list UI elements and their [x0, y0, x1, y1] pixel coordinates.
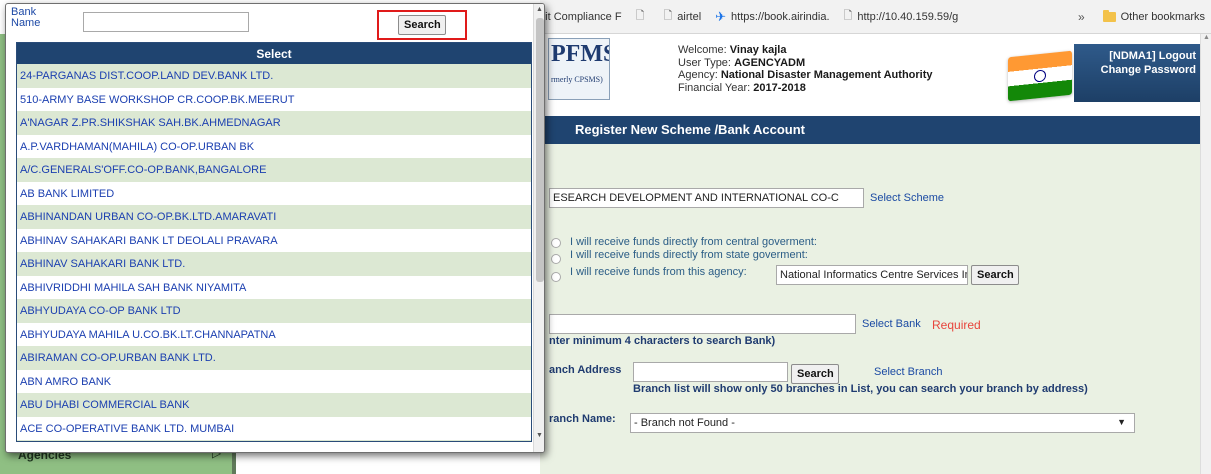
bank-list-item[interactable]: ABHIVRIDDHI MAHILA SAH BANK NIYAMITA	[17, 275, 531, 299]
agency-name: National Disaster Management Authority	[720, 69, 933, 81]
user-code: [NDMA1]	[1109, 50, 1156, 62]
required-label: Required	[932, 318, 981, 332]
bank-list-header: Select	[17, 43, 531, 64]
branch-address-label: anch Address	[549, 364, 622, 376]
bookmark-label: mit Compliance F	[540, 10, 622, 23]
welcome-label: Welcome:	[678, 44, 727, 56]
radio-agency-label: I will receive funds from this agency:	[570, 266, 747, 278]
scroll-up-icon: ▲	[1203, 34, 1210, 41]
logout-link[interactable]: Logout	[1159, 50, 1196, 62]
chevron-down-icon: ▼	[1117, 417, 1126, 427]
bank-list-item[interactable]: ABHINAV SAHAKARI BANK LT DEOLALI PRAVARA	[17, 228, 531, 252]
financial-year: 2017-2018	[753, 81, 806, 94]
scroll-down-icon: ▼	[536, 432, 543, 439]
india-flag-icon	[1008, 50, 1072, 102]
welcome-name: Vinay kajla	[729, 44, 787, 56]
bank-list-item[interactable]: 24-PARGANAS DIST.COOP.LAND DEV.BANK LTD.	[17, 64, 531, 88]
account-panel: [NDMA1] Logout Change Password	[1074, 44, 1200, 102]
select-bank-link[interactable]: Select Bank	[862, 318, 921, 330]
bookmark-item[interactable]: 🗋	[636, 7, 650, 26]
bookmark-item[interactable]: ✈ https://book.airindia.	[715, 9, 829, 25]
bookmarks-bar: mit Compliance F 🗋 🗋 airtel ✈ https://bo…	[540, 0, 1211, 34]
branch-address-input[interactable]	[633, 362, 788, 382]
page-scrollbar[interactable]: ▲	[1200, 34, 1211, 474]
bank-label-line2: Name	[11, 17, 41, 29]
bank-input[interactable]	[549, 314, 856, 334]
bank-list-item[interactable]: ABHINAV SAHAKARI BANK LTD.	[17, 252, 531, 276]
bank-list-item[interactable]: ABHYUDAYA MAHILA U.CO.BK.LT.CHANNAPATNA	[17, 322, 531, 346]
bank-list-item[interactable]: A.P.VARDHAMAN(MAHILA) CO-OP.URBAN BK	[17, 134, 531, 158]
user-type: AGENCYADM	[734, 56, 806, 69]
bank-list-item[interactable]: A'NAGAR Z.PR.SHIKSHAK SAH.BK.AHMEDNAGAR	[17, 111, 531, 135]
select-scheme-link[interactable]: Select Scheme	[870, 192, 944, 204]
folder-icon	[1102, 10, 1116, 22]
branch-hint: Branch list will show only 50 branches i…	[633, 383, 1088, 395]
page-icon: 🗋	[663, 10, 673, 22]
bank-list-item[interactable]: ABIRAMAN CO-OP.URBAN BANK LTD.	[17, 346, 531, 370]
radio-agency[interactable]	[551, 272, 561, 282]
bank-list-item[interactable]: ABHINANDAN URBAN CO-OP.BK.LTD.AMARAVATI	[17, 205, 531, 229]
bookmark-label: https://book.airindia.	[731, 10, 830, 23]
bookmark-item[interactable]: mit Compliance F	[540, 11, 622, 23]
bookmark-label: http://10.40.159.59/g	[857, 10, 959, 23]
bank-search-popup: Bank Name Search Select 24-PARGANAS DIST…	[5, 3, 545, 453]
fy-label: Financial Year:	[678, 81, 751, 94]
change-password-link[interactable]: Change Password	[1074, 63, 1196, 77]
scrollbar-thumb[interactable]	[536, 18, 544, 282]
page-title: Register New Scheme /Bank Account	[540, 116, 1200, 144]
bank-list-item[interactable]: ABU DHABI COMMERCIAL BANK	[17, 393, 531, 417]
radio-central[interactable]	[551, 238, 561, 248]
bank-hint: nter minimum 4 characters to search Bank…	[549, 335, 776, 347]
bookmarks-overflow-button[interactable]: »	[1078, 10, 1085, 24]
bank-list-item[interactable]: ABHYUDAYA CO-OP BANK LTD	[17, 299, 531, 323]
radio-central-label: I will receive funds directly from centr…	[570, 236, 817, 248]
agency-input[interactable]: National Informatics Centre Services Inc…	[776, 265, 968, 285]
bookmark-item[interactable]: 🗋 airtel	[663, 7, 701, 26]
bank-name-label: Bank Name	[11, 7, 40, 29]
user-info: Welcome: Vinay kajla User Type: AGENCYAD…	[678, 44, 933, 94]
plane-icon: ✈	[715, 8, 727, 24]
agency-label: Agency:	[678, 69, 718, 81]
popup-scrollbar[interactable]: ▲ ▼	[533, 4, 544, 452]
page-header: PFMS rmerly CPSMS) Welcome: Vinay kajla …	[540, 34, 1200, 116]
other-bookmarks-button[interactable]: Other bookmarks	[1121, 11, 1205, 23]
bank-list: Select 24-PARGANAS DIST.COOP.LAND DEV.BA…	[16, 42, 532, 442]
bank-list-item[interactable]: ADAJAN NAGARIK SAHAKARI BANK LTD SURAT	[17, 440, 531, 441]
bank-list-item[interactable]: 510-ARMY BASE WORKSHOP CR.COOP.BK.MEERUT	[17, 87, 531, 111]
page-icon: 🗋	[843, 10, 853, 22]
popup-search-button[interactable]: Search	[398, 15, 446, 35]
scroll-up-icon: ▲	[536, 6, 543, 13]
scheme-input[interactable]: ESEARCH DEVELOPMENT AND INTERNATIONAL CO…	[549, 188, 864, 208]
select-branch-link[interactable]: Select Branch	[874, 366, 942, 378]
logo-subtext: rmerly CPSMS)	[551, 75, 603, 84]
pfms-logo: PFMS rmerly CPSMS)	[548, 38, 610, 100]
bookmark-item[interactable]: 🗋 http://10.40.159.59/g	[844, 7, 959, 26]
logo-text: PFMS	[551, 41, 610, 67]
bank-list-item[interactable]: ABN AMRO BANK	[17, 369, 531, 393]
agency-search-button[interactable]: Search	[971, 265, 1019, 285]
radio-state[interactable]	[551, 254, 561, 264]
branch-select[interactable]: - Branch not Found - ▼	[630, 413, 1135, 433]
bank-list-item[interactable]: AB BANK LIMITED	[17, 181, 531, 205]
radio-state-label: I will receive funds directly from state…	[570, 249, 808, 261]
branch-search-button[interactable]: Search	[791, 364, 839, 384]
bank-list-item[interactable]: ACE CO-OPERATIVE BANK LTD. MUMBAI	[17, 416, 531, 440]
bank-list-item[interactable]: A/C.GENERALS'OFF.CO-OP.BANK,BANGALORE	[17, 158, 531, 182]
page-icon: 🗋	[635, 10, 645, 22]
branch-select-value: - Branch not Found -	[634, 417, 735, 429]
user-type-label: User Type:	[678, 56, 731, 69]
bank-name-input[interactable]	[83, 12, 249, 32]
bookmark-label: airtel	[677, 10, 702, 23]
branch-name-label: ranch Name:	[549, 413, 616, 425]
